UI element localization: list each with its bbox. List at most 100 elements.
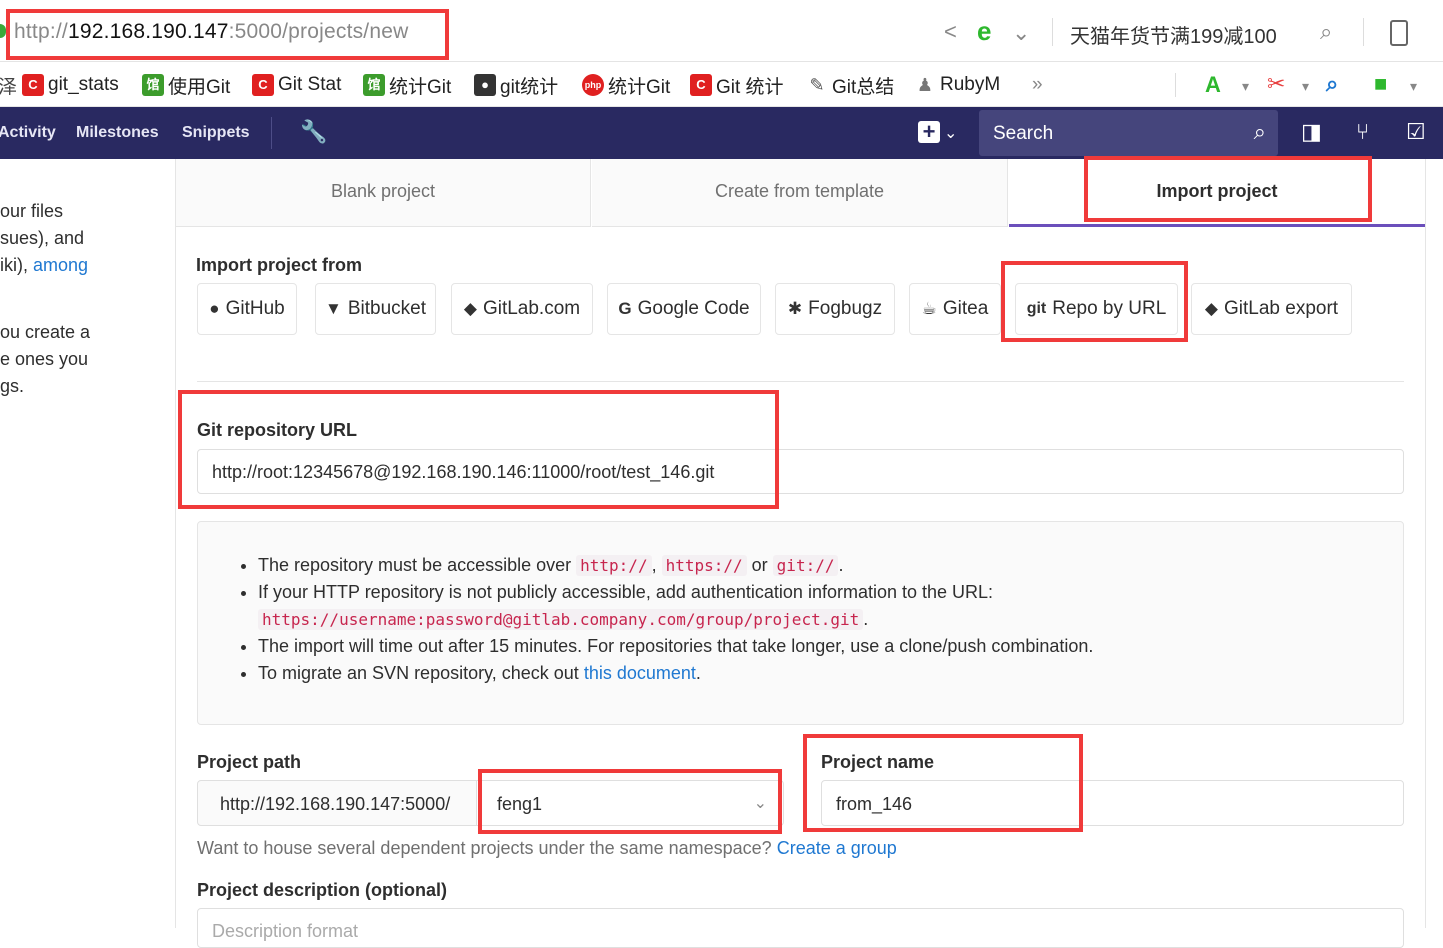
sidebar-toggle-icon[interactable]: ◨ bbox=[1301, 121, 1322, 143]
bookmark-favicon-icon: C bbox=[690, 74, 712, 96]
bookmark-favicon-icon: ● bbox=[474, 74, 496, 96]
help-list: The repository must be accessible over h… bbox=[258, 552, 1093, 687]
bug-icon: ✱ bbox=[787, 299, 803, 318]
gitlab-icon: ◆ bbox=[1204, 299, 1218, 318]
import-gitlab-export-button[interactable]: ◆ GitLab export bbox=[1191, 283, 1352, 335]
bookmark-favicon-icon: C bbox=[22, 74, 44, 96]
divider bbox=[271, 117, 272, 149]
import-bitbucket-button[interactable]: ▼ Bitbucket bbox=[315, 283, 436, 335]
github-icon: ● bbox=[209, 299, 220, 318]
project-path-label: Project path bbox=[197, 752, 302, 772]
divider bbox=[1363, 18, 1364, 46]
description-label: Project description (optional) bbox=[197, 880, 448, 900]
bookmark-item[interactable]: ♟ RubyM bbox=[914, 73, 1000, 97]
chevron-down-icon[interactable]: ▾ bbox=[1302, 75, 1309, 97]
gamepad-icon[interactable]: ■ bbox=[1374, 73, 1387, 95]
share-icon[interactable]: < bbox=[944, 21, 957, 43]
divider bbox=[1175, 73, 1176, 97]
description-line: iki), among bbox=[0, 255, 89, 275]
group-hint: Want to house several dependent projects… bbox=[197, 838, 897, 858]
help-item: To migrate an SVN repository, check out … bbox=[258, 660, 1093, 687]
gitea-icon: ☕ bbox=[921, 299, 937, 318]
bookmark-item[interactable]: ● git统计 bbox=[474, 73, 558, 98]
bookmark-favicon-icon: ♟ bbox=[914, 74, 936, 96]
description-line: e ones you bbox=[0, 349, 89, 369]
help-item: The repository must be accessible over h… bbox=[258, 552, 1093, 579]
description-line: our files bbox=[0, 201, 64, 221]
bookmark-item[interactable]: 馆统计Git bbox=[363, 73, 451, 98]
chevron-down-icon[interactable]: ⌄ bbox=[944, 123, 957, 145]
nav-snippets[interactable]: Snippets bbox=[182, 124, 250, 142]
import-from-heading: Import project from bbox=[196, 255, 363, 275]
translate-icon[interactable]: A bbox=[1205, 74, 1221, 96]
description-line: sues), and bbox=[0, 228, 85, 248]
import-github-button[interactable]: ● GitHub bbox=[197, 283, 297, 335]
gitlab-icon: ◆ bbox=[463, 299, 477, 318]
project-name-input[interactable]: from_146 bbox=[821, 780, 1404, 826]
import-gitea-button[interactable]: ☕ Gitea bbox=[909, 283, 1001, 335]
bookmark-item[interactable]: php 统计Git bbox=[582, 73, 670, 98]
todo-check-icon[interactable]: ☑ bbox=[1406, 121, 1426, 143]
url-path: :5000/projects/new bbox=[228, 20, 409, 43]
bookmark-item[interactable]: ✎ Git总结 bbox=[806, 73, 894, 98]
magnifier-icon[interactable]: ⌕ bbox=[1326, 73, 1338, 95]
bookmark-item[interactable]: Cgit_stats bbox=[22, 73, 119, 97]
divider bbox=[197, 381, 1404, 382]
import-repo-by-url-button[interactable]: git Repo by URL bbox=[1015, 283, 1178, 335]
bookmark-item[interactable]: C Git Stat bbox=[252, 73, 341, 97]
url-scheme: http:// bbox=[14, 20, 68, 43]
import-google-code-button[interactable]: G Google Code bbox=[607, 283, 761, 335]
chevron-down-icon[interactable]: ▾ bbox=[1242, 75, 1249, 97]
address-bar: http://192.168.190.147:5000/projects/new… bbox=[0, 0, 1443, 62]
scissors-icon[interactable]: ✂ bbox=[1267, 73, 1285, 95]
bookmark-item[interactable]: 馆使用Git bbox=[142, 73, 230, 98]
wrench-icon[interactable]: 🔧 bbox=[300, 121, 327, 143]
svn-document-link[interactable]: this document bbox=[584, 663, 696, 683]
nav-activity[interactable]: Activity bbox=[0, 124, 56, 142]
merge-request-icon[interactable]: ⑂ bbox=[1356, 121, 1369, 143]
url-field[interactable]: http://192.168.190.147:5000/projects/new bbox=[14, 20, 408, 44]
bookmark-item[interactable]: C Git 统计 bbox=[690, 73, 784, 98]
namespace-select[interactable]: feng1 ⌄ bbox=[476, 780, 784, 826]
import-gitlab-com-button[interactable]: ◆ GitLab.com bbox=[451, 283, 593, 335]
plus-square-icon[interactable]: + bbox=[918, 121, 940, 143]
bookmarks-bar: 泽 Cgit_stats 馆使用Git C Git Stat 馆统计Git ● gi… bbox=[0, 63, 1443, 107]
description-line: gs. bbox=[0, 376, 25, 396]
description-line: ou create a bbox=[0, 322, 91, 342]
tab-create-from-template[interactable]: Create from template bbox=[592, 159, 1008, 227]
repo-url-input[interactable]: http://root:12345678@192.168.190.146:110… bbox=[197, 449, 1404, 494]
help-item: If your HTTP repository is not publicly … bbox=[258, 579, 1093, 633]
project-name-label: Project name bbox=[821, 752, 935, 772]
bookmark-favicon-icon: 馆 bbox=[363, 74, 385, 96]
more-bookmarks-icon[interactable]: » bbox=[1032, 73, 1043, 97]
tablet-icon[interactable] bbox=[1390, 20, 1408, 46]
secure-indicator bbox=[0, 24, 6, 38]
description-textarea[interactable]: Description format bbox=[197, 908, 1404, 948]
search-icon: ⌕ bbox=[1253, 119, 1266, 144]
tab-blank-project[interactable]: Blank project bbox=[176, 159, 591, 227]
chevron-down-icon[interactable]: ⌄ bbox=[1012, 22, 1030, 44]
bookmark-partial[interactable]: 泽 bbox=[0, 73, 17, 98]
among-link[interactable]: among bbox=[33, 255, 88, 275]
promo-text[interactable]: 天猫年货节满199减100 bbox=[1070, 20, 1277, 49]
divider bbox=[1052, 18, 1053, 46]
repo-url-help-box: The repository must be accessible over h… bbox=[197, 521, 1404, 725]
search-icon[interactable]: ⌕ bbox=[1320, 21, 1332, 43]
ie-icon[interactable]: e bbox=[977, 18, 991, 44]
bookmark-favicon-icon: php bbox=[582, 74, 604, 96]
help-item: The import will time out after 15 minute… bbox=[258, 633, 1093, 660]
search-input[interactable]: Search ⌕ bbox=[979, 110, 1278, 156]
chevron-down-icon[interactable]: ▾ bbox=[1410, 75, 1417, 97]
bookmark-favicon-icon: 馆 bbox=[142, 74, 164, 96]
create-group-link[interactable]: Create a group bbox=[777, 838, 897, 858]
repo-url-label: Git repository URL bbox=[197, 420, 358, 440]
url-host: 192.168.190.147 bbox=[67, 20, 229, 43]
project-path-prefix: http://192.168.190.147:5000/ bbox=[197, 780, 477, 826]
bookmark-favicon-icon: ✎ bbox=[806, 74, 828, 96]
google-icon: G bbox=[618, 299, 632, 318]
nav-milestones[interactable]: Milestones bbox=[76, 124, 159, 142]
bitbucket-icon: ▼ bbox=[325, 299, 342, 318]
tab-import-project[interactable]: Import project bbox=[1009, 159, 1425, 227]
import-fogbugz-button[interactable]: ✱ Fogbugz bbox=[775, 283, 895, 335]
git-icon: git bbox=[1026, 300, 1047, 317]
